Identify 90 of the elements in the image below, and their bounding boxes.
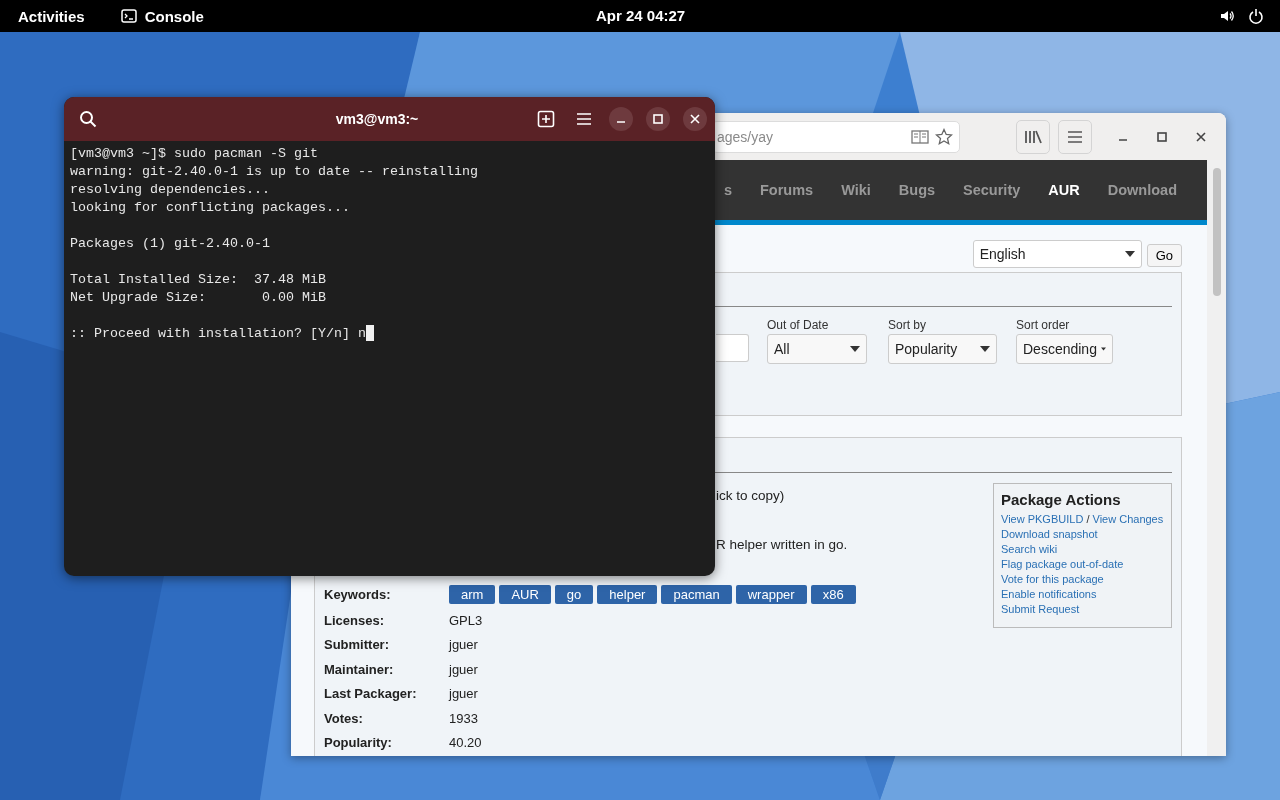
keyword-tag[interactable]: go — [554, 585, 594, 604]
menu-icon — [1067, 129, 1083, 144]
maximize-icon — [653, 114, 663, 124]
keyword-tag[interactable]: pacman — [661, 585, 732, 604]
field-label: Maintainer: — [324, 661, 395, 677]
close-icon — [1196, 131, 1206, 142]
action-link[interactable]: View Changes — [1092, 513, 1164, 525]
copy-hint: ick to copy) — [716, 487, 785, 503]
keyword-tag[interactable]: helper — [597, 585, 658, 604]
nav-link[interactable]: Bugs — [898, 182, 936, 198]
scrollbar-thumb[interactable] — [1212, 168, 1221, 296]
window-title: vm3@vm3:~ — [334, 111, 420, 127]
url-text[interactable]: ages/yay — [717, 128, 905, 145]
keyword-tag[interactable]: arm — [449, 585, 496, 604]
action-link[interactable]: Download snapshot — [1001, 528, 1098, 540]
caret-icon — [980, 346, 990, 352]
star-icon[interactable] — [935, 127, 953, 146]
clock[interactable]: Apr 24 04:27 — [596, 7, 686, 24]
terminal-line: [vm3@vm3 ~]$ sudo pacman -S git — [70, 145, 318, 161]
library-icon — [1024, 128, 1042, 145]
dropdown[interactable]: English — [972, 240, 1142, 268]
nav-link[interactable]: s — [723, 182, 732, 198]
keyword-tag[interactable]: x86 — [810, 585, 856, 604]
nav-link[interactable]: Forums — [759, 182, 814, 198]
close-icon — [690, 114, 700, 124]
package-description: R helper written in go. — [716, 536, 848, 552]
go-button[interactable]: Go — [1146, 244, 1182, 267]
menu-button[interactable] — [1058, 119, 1092, 154]
action-link[interactable]: Flag package out-of-date — [1001, 558, 1124, 570]
terminal-line: Total Installed Size: 37.48 MiB — [70, 271, 326, 287]
field-label: Submitter: — [324, 637, 390, 653]
terminal-line: warning: git-2.40.0-1 is up to date -- reinstalling — [70, 163, 478, 179]
field-value: GPL3 — [449, 612, 483, 628]
filter-label: Sort order — [1016, 318, 1071, 332]
terminal-line: :: Proceed with installation? [Y/n] n — [70, 325, 366, 341]
power-icon[interactable] — [1248, 8, 1264, 24]
filter-label: Sort by — [888, 318, 927, 332]
address-bar[interactable]: ages/yay — [712, 120, 960, 153]
field-value: 1933 — [449, 710, 478, 726]
scrollbar[interactable] — [1207, 160, 1226, 756]
search-icon — [79, 110, 97, 128]
terminal-line: looking for conflicting packages... — [70, 199, 350, 215]
minimize-icon — [617, 121, 625, 123]
maximize-button[interactable] — [646, 107, 670, 131]
plus-icon — [537, 110, 555, 128]
dropdown[interactable]: All — [767, 334, 867, 364]
terminal-line: Packages (1) git-2.40.0-1 — [70, 235, 270, 251]
action-link[interactable]: Vote for this package — [1001, 573, 1104, 585]
minimize-icon — [1119, 138, 1127, 141]
speaker-icon[interactable] — [1219, 8, 1235, 24]
terminal-icon — [120, 9, 137, 23]
action-link[interactable]: Submit Request — [1001, 603, 1080, 615]
menu-icon — [576, 112, 592, 126]
action-link[interactable]: Search wiki — [1001, 543, 1058, 555]
caret-icon — [850, 346, 860, 352]
keyword-tag[interactable]: AUR — [499, 585, 551, 604]
field-label: Popularity: — [324, 735, 393, 751]
field-label: Last Packager: — [324, 686, 418, 702]
field-value: jguer — [449, 661, 478, 677]
app-menu[interactable]: Console — [120, 7, 204, 25]
nav-link[interactable]: Security — [963, 182, 1021, 198]
field-label: Votes: — [324, 710, 364, 726]
minimize-button[interactable] — [609, 107, 633, 131]
nav-link[interactable]: AUR — [1048, 182, 1080, 198]
field-value: 40.20 — [449, 735, 482, 751]
text-field[interactable] — [716, 334, 749, 362]
text-cursor — [365, 325, 374, 341]
nav-link[interactable]: Download — [1107, 182, 1177, 198]
close-button[interactable] — [683, 107, 707, 131]
action-link[interactable]: Enable notifications — [1001, 588, 1097, 600]
keyword-tag[interactable]: wrapper — [735, 585, 807, 604]
action-link[interactable]: View PKGBUILD — [1001, 513, 1084, 525]
field-value: jguer — [449, 637, 478, 653]
separator-text: / — [1085, 513, 1091, 525]
caret-icon — [1100, 346, 1106, 352]
library-button[interactable] — [1016, 119, 1050, 154]
field-value: jguer — [449, 686, 478, 702]
dropdown[interactable]: Descending — [1016, 334, 1113, 364]
filter-label: Out of Date — [767, 318, 830, 332]
field-label: Licenses: — [324, 612, 385, 628]
actions-title: Package Actions — [1001, 491, 1122, 508]
maximize-icon — [1157, 131, 1167, 142]
terminal-line: Net Upgrade Size: 0.00 MiB — [70, 289, 326, 305]
caret-icon — [1124, 251, 1135, 257]
nav-link[interactable]: Wiki — [841, 182, 871, 198]
activities-button[interactable]: Activities — [18, 7, 85, 25]
reader-view-icon[interactable] — [911, 129, 929, 144]
terminal-line: resolving dependencies... — [70, 181, 270, 197]
field-label: Keywords: — [324, 587, 392, 602]
dropdown[interactable]: Popularity — [888, 334, 997, 364]
